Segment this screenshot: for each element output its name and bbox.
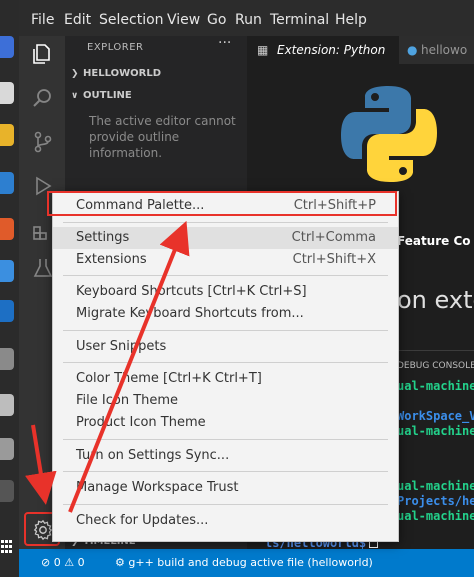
warning-count: 0 — [77, 556, 85, 569]
settings-dock-icon[interactable] — [0, 348, 14, 370]
extension-icon: ▦ — [257, 43, 269, 57]
error-icon: ⊘ — [41, 556, 51, 569]
menu-product-icon-theme[interactable]: Product Icon Theme — [53, 412, 398, 434]
menu-separator — [63, 362, 388, 363]
menu-selection[interactable]: Selection — [99, 12, 164, 28]
writer-dock-icon[interactable] — [0, 172, 14, 194]
terminal-line: ual-machine — [397, 379, 474, 393]
menu-separator — [63, 439, 388, 440]
menu-item-label: File Icon Theme — [76, 393, 179, 408]
menu-help[interactable]: Help — [335, 12, 367, 28]
menu-item-shortcut: Ctrl+Shift+X — [292, 252, 376, 267]
menu-separator — [63, 504, 388, 505]
chrome-dock-icon[interactable] — [0, 36, 14, 58]
status-bar: ⊘ 0 ⚠ 0 ⚙ g++ build and debug active fil… — [19, 549, 474, 577]
software-dock-icon[interactable] — [0, 218, 14, 240]
cpp-file-icon: ● — [407, 43, 418, 57]
disk-dock-icon[interactable] — [0, 394, 14, 416]
readme-heading: on exter — [397, 286, 474, 314]
menu-item-label: Settings — [76, 230, 130, 245]
menu-migrate-shortcuts[interactable]: Migrate Keyboard Shortcuts from... — [53, 303, 398, 325]
menu-run[interactable]: Run — [235, 12, 262, 28]
more-actions-icon[interactable]: ··· — [218, 35, 231, 51]
tab-extension-python[interactable]: ▦ Extension: Python — [247, 36, 399, 64]
menu-separator — [63, 275, 388, 276]
terminal-line: ual-machine — [397, 509, 474, 523]
build-task[interactable]: ⚙ g++ build and debug active file (hello… — [115, 556, 373, 569]
menu-item-label: Migrate Keyboard Shortcuts from... — [76, 306, 304, 321]
menu-check-updates[interactable]: Check for Updates... — [53, 510, 398, 532]
show-apps-icon[interactable] — [1, 540, 13, 554]
menu-separator — [63, 471, 388, 472]
menu-extensions[interactable]: Extensions Ctrl+Shift+X — [53, 249, 398, 271]
menu-item-label: Extensions — [76, 252, 147, 267]
warning-icon: ⚠ — [64, 556, 75, 569]
menu-item-label: Product Icon Theme — [76, 415, 206, 430]
menu-view[interactable]: View — [167, 12, 200, 28]
rhythmbox-dock-icon[interactable] — [0, 124, 14, 146]
menu-file[interactable]: File — [31, 12, 54, 28]
feature-contributions-tab[interactable]: Feature Co — [397, 234, 471, 248]
menu-file-icon-theme[interactable]: File Icon Theme — [53, 390, 398, 412]
editor-tab-bar: ▦ Extension: Python ● hellowo — [247, 36, 474, 64]
python-logo-icon — [341, 86, 437, 182]
menu-item-label: Color Theme [Ctrl+K Ctrl+T] — [76, 371, 262, 386]
menu-settings[interactable]: Settings Ctrl+Comma — [53, 227, 398, 249]
menu-item-label: Keyboard Shortcuts [Ctrl+K Ctrl+S] — [76, 284, 307, 299]
tab-label: hellowo — [421, 43, 468, 57]
menu-user-snippets[interactable]: User Snippets — [53, 336, 398, 358]
usb-dock-icon[interactable] — [0, 480, 14, 502]
menu-keyboard-shortcuts[interactable]: Keyboard Shortcuts [Ctrl+K Ctrl+S] — [53, 281, 398, 303]
section-helloworld[interactable]: ❯ HELLOWORLD — [71, 68, 161, 79]
vscode-dock-icon[interactable] — [0, 300, 14, 322]
section-helloworld-label: HELLOWORLD — [83, 68, 161, 79]
manage-gear-icon[interactable] — [32, 519, 54, 541]
files-dock-icon[interactable] — [0, 82, 14, 104]
menu-bar: File Edit Selection View Go Run Terminal… — [19, 0, 474, 37]
terminal-line: ual-machine — [397, 424, 474, 438]
menu-workspace-trust[interactable]: Manage Workspace Trust — [53, 477, 398, 499]
menu-terminal[interactable]: Terminal — [270, 12, 329, 28]
command-palette-highlight — [47, 191, 397, 216]
bottom-panel: DEBUG CONSOLE ual-machine WorkSpace_V ua… — [397, 350, 474, 550]
explorer-title: EXPLORER — [87, 42, 144, 53]
manage-context-menu: Command Palette... Ctrl+Shift+P Settings… — [52, 191, 399, 542]
menu-go[interactable]: Go — [207, 12, 226, 28]
menu-item-label: Turn on Settings Sync... — [76, 448, 230, 463]
gear-small-icon: ⚙ — [115, 556, 125, 569]
ubuntu-dock — [0, 0, 19, 577]
outline-message: The active editor cannot provide outline… — [89, 114, 236, 160]
menu-item-label: Manage Workspace Trust — [76, 480, 239, 495]
source-control-icon[interactable] — [31, 130, 55, 154]
menu-color-theme[interactable]: Color Theme [Ctrl+K Ctrl+T] — [53, 368, 398, 390]
help-dock-icon[interactable] — [0, 260, 14, 282]
menu-separator — [63, 222, 388, 223]
build-task-label: g++ build and debug active file (hellowo… — [128, 556, 373, 569]
menu-edit[interactable]: Edit — [64, 12, 91, 28]
chevron-down-icon: ∨ — [71, 91, 79, 101]
error-count: 0 — [53, 556, 61, 569]
tab-helloworld[interactable]: ● hellowo — [399, 36, 474, 64]
menu-separator — [63, 330, 388, 331]
section-outline-label: OUTLINE — [83, 90, 132, 101]
terminal-line: ual-machine — [397, 479, 474, 493]
section-outline[interactable]: ∨ OUTLINE — [71, 90, 132, 101]
debug-console-tab[interactable]: DEBUG CONSOLE — [397, 361, 474, 371]
terminal-line: WorkSpace_V — [397, 409, 474, 423]
explorer-icon[interactable] — [31, 42, 55, 66]
problems-indicator[interactable]: ⊘ 0 ⚠ 0 — [41, 556, 85, 569]
terminal-line: Projects/he — [397, 494, 474, 508]
tab-label: Extension: Python — [277, 43, 386, 57]
menu-item-label: Check for Updates... — [76, 513, 209, 528]
search-icon[interactable] — [31, 86, 55, 110]
trash-dock-icon[interactable] — [0, 438, 14, 460]
menu-item-shortcut: Ctrl+Comma — [291, 230, 376, 245]
menu-item-label: User Snippets — [76, 339, 167, 354]
chevron-right-icon: ❯ — [71, 69, 79, 79]
menu-settings-sync[interactable]: Turn on Settings Sync... — [53, 445, 398, 467]
